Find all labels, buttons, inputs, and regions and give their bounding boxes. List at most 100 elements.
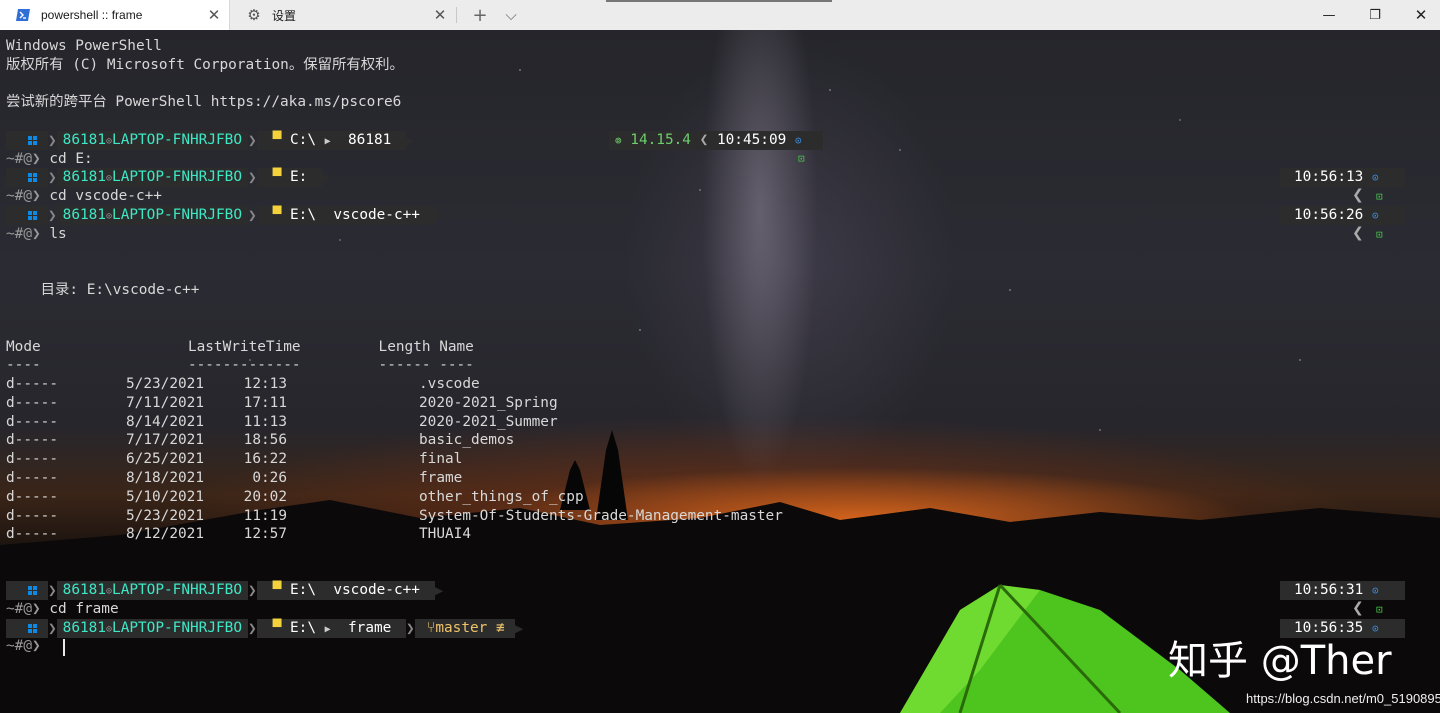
- segment-separator-icon: ❯: [48, 207, 57, 224]
- title-bar: powershell :: frame ✕ ⚙ 设置 ✕ + ⌵ — ❐ ✕: [0, 0, 1440, 30]
- folder-icon: ▀: [272, 169, 290, 185]
- row-time: 18:56: [243, 432, 287, 449]
- row-name: .vscode: [419, 376, 480, 392]
- row-time: 11:13: [243, 413, 287, 430]
- row-time: 20:02: [243, 488, 287, 505]
- row-date: 5/23/2021: [126, 376, 204, 392]
- row-date: 8/12/2021: [126, 526, 204, 543]
- folder-open-icon: ▶: [324, 624, 331, 635]
- row-name: final: [419, 451, 463, 468]
- prompt-time: 10:56:13 ⊙: [1280, 168, 1405, 187]
- segment-separator-icon: ❯: [248, 620, 257, 637]
- row-time: 11:19: [243, 507, 287, 524]
- close-tab-icon[interactable]: ✕: [425, 6, 455, 24]
- row-date: 5/23/2021: [126, 507, 204, 524]
- clock-icon: ⊙: [1371, 171, 1379, 184]
- maximize-button[interactable]: ❐: [1352, 0, 1398, 30]
- row-name: System-Of-Students-Grade-Management-mast…: [419, 507, 783, 524]
- row-mode: d-----: [6, 451, 58, 468]
- prompt-user-host: 86181⊙LAPTOP-FNHRJFBO: [56, 168, 248, 187]
- close-button[interactable]: ✕: [1398, 0, 1440, 30]
- header-line: 尝试新的跨平台 PowerShell https://aka.ms/pscore…: [6, 94, 402, 110]
- windows-icon: [6, 206, 48, 225]
- row-mode: d-----: [6, 507, 58, 524]
- prompt-path: ▀ E:\ vscode-c++: [256, 581, 435, 600]
- prompt-path: ▀ E:: [256, 168, 322, 187]
- row-date: 7/17/2021: [126, 432, 204, 449]
- row-name: THUAI4: [419, 526, 471, 543]
- chevron-left-icon: ❮: [1352, 225, 1364, 241]
- folder-icon: ▀: [272, 582, 290, 598]
- folder-icon: ▀: [272, 620, 290, 636]
- header-line: 版权所有 (C) Microsoft Corporation。保留所有权利。: [6, 57, 404, 73]
- git-branch: ⑂master ≢: [414, 619, 515, 638]
- command-line: ~#@❯ cd E:: [6, 151, 93, 167]
- status-icon: ⊡: [798, 152, 805, 165]
- chevron-left-icon: ❮: [1352, 187, 1364, 203]
- prompt-path: ▀ C:\ ▶ 86181: [256, 131, 407, 150]
- windows-icon: [6, 131, 48, 150]
- tab-powershell[interactable]: powershell :: frame ✕: [0, 0, 230, 30]
- prompt-path: ▀ E:\ ▶ frame: [256, 619, 407, 638]
- prompt-bar: ❯ 86181⊙LAPTOP-FNHRJFBO ❯ ▀ E:\ ▶ frame …: [6, 619, 523, 638]
- tab-dropdown-button[interactable]: ⌵: [498, 0, 524, 30]
- row-date: 6/25/2021: [126, 451, 204, 468]
- terminal-window: powershell :: frame ✕ ⚙ 设置 ✕ + ⌵ — ❐ ✕ W…: [0, 0, 1440, 713]
- new-tab-button[interactable]: +: [466, 0, 494, 30]
- prompt-path: ▀ E:\ vscode-c++: [256, 206, 435, 225]
- directory-label: 目录: E:\vscode-c++: [6, 282, 200, 298]
- status-icon: ⊡: [1376, 603, 1383, 616]
- row-date: 8/14/2021: [126, 413, 204, 430]
- status-icon: ⊡: [1376, 228, 1383, 241]
- text-cursor: [63, 639, 65, 656]
- prompt-bar: ❯ 86181⊙LAPTOP-FNHRJFBO ❯ ▀ E:\ vscode-c…: [6, 581, 443, 600]
- row-time: 0:26: [252, 470, 287, 486]
- folder-open-icon: ▶: [324, 136, 331, 147]
- tab-label: 设置: [272, 8, 297, 23]
- segment-separator-icon: ❯: [406, 620, 415, 637]
- clock-icon: ⊙: [1371, 584, 1379, 597]
- row-mode: d-----: [6, 488, 58, 505]
- row-time: 16:22: [243, 451, 287, 468]
- segment-separator-icon: ❯: [248, 207, 257, 224]
- row-name: 2020-2021_Summer: [419, 413, 558, 430]
- command-line: ~#@❯ ls: [6, 226, 67, 242]
- status-icon: ⊡: [1376, 190, 1383, 203]
- node-icon: ⊚: [615, 134, 622, 147]
- windows-icon: [6, 619, 48, 638]
- prompt-user-host: 86181⊙LAPTOP-FNHRJFBO: [56, 131, 248, 150]
- windows-icon: [6, 581, 48, 600]
- prompt-bar: ❯ 86181⊙LAPTOP-FNHRJFBO ❯ ▀ E: ▶: [6, 168, 331, 187]
- gear-icon: ⚙: [247, 6, 261, 24]
- tab-label: powershell :: frame: [41, 8, 143, 22]
- listing-underline: ---- ------------- ------ ----: [6, 357, 474, 373]
- prompt-user-host: 86181⊙LAPTOP-FNHRJFBO: [56, 581, 248, 600]
- row-time: 17:11: [243, 394, 287, 411]
- node-version: ⊚ 14.15.4 ❮ 10:45:09 ⊙: [609, 131, 823, 150]
- tab-divider: [456, 7, 457, 23]
- chevron-left-icon: ❮: [1352, 600, 1364, 616]
- terminal-viewport[interactable]: Windows PowerShell 版权所有 (C) Microsoft Co…: [0, 30, 1440, 713]
- row-mode: d-----: [6, 394, 58, 411]
- csdn-url: https://blog.csdn.net/m0_51908955: [1246, 691, 1440, 706]
- segment-separator-icon: ❯: [48, 620, 57, 637]
- minimize-button[interactable]: —: [1306, 0, 1352, 30]
- row-mode: d-----: [6, 376, 58, 392]
- row-mode: d-----: [6, 413, 58, 430]
- row-mode: d-----: [6, 432, 58, 449]
- clock-icon: ⊙: [1371, 209, 1379, 222]
- row-name: frame: [419, 470, 463, 486]
- tab-settings[interactable]: ⚙ 设置 ✕: [231, 0, 455, 30]
- row-date: 7/11/2021: [126, 394, 204, 411]
- command-line: ~#@❯ cd vscode-c++: [6, 188, 162, 204]
- prompt-user-host: 86181⊙LAPTOP-FNHRJFBO: [56, 619, 248, 638]
- segment-separator-icon: ❯: [248, 169, 257, 186]
- folder-icon: ▀: [272, 132, 290, 148]
- close-tab-icon[interactable]: ✕: [199, 6, 229, 24]
- prompt-user-host: 86181⊙LAPTOP-FNHRJFBO: [56, 206, 248, 225]
- row-time: 12:13: [243, 376, 287, 392]
- command-line: ~#@❯: [6, 638, 41, 654]
- row-name: 2020-2021_Spring: [419, 394, 558, 411]
- zhihu-watermark: 知乎 @Ther: [1168, 638, 1392, 684]
- folder-icon: ▀: [272, 207, 290, 223]
